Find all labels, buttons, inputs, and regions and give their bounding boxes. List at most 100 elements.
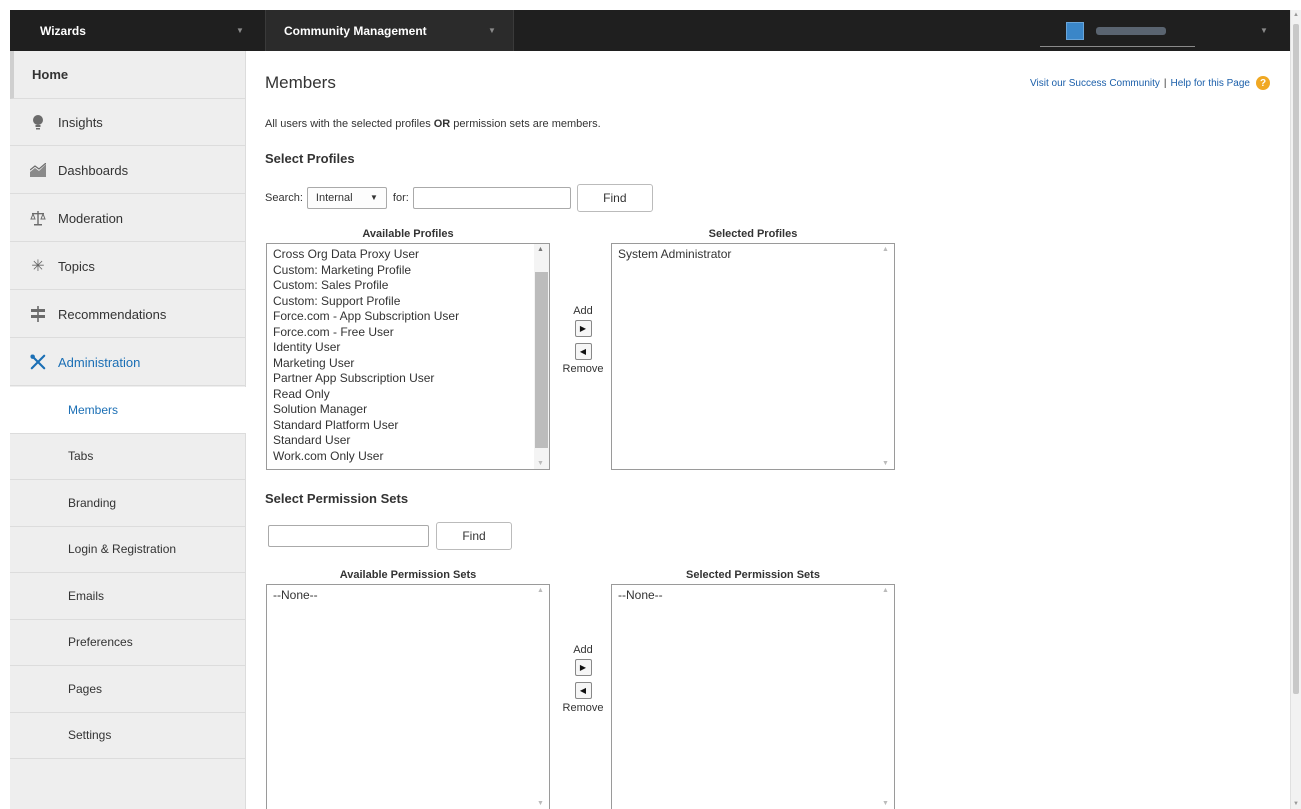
page-scrollbar-thumb[interactable] [1293,24,1299,694]
sidebar-item-administration[interactable]: Administration [10,339,246,386]
main-content: Members Visit our Success Community | He… [247,51,1290,809]
scroll-down-icon[interactable]: ▼ [537,460,544,467]
intro-text-start: All users with the selected profiles [265,118,434,130]
help-links: Visit our Success Community | Help for t… [1030,76,1270,90]
list-option[interactable]: Work.com Only User [273,449,459,465]
user-menu[interactable] [1060,18,1195,44]
sidebar-item-moderation[interactable]: Moderation [10,195,246,242]
scroll-up-icon[interactable]: ▲ [882,587,889,594]
remove-profile-button[interactable]: ◀ [574,343,592,360]
list-option[interactable]: --None-- [618,588,663,604]
sidebar-item-settings[interactable]: Settings [10,713,246,759]
available-profiles-label: Available Profiles [362,228,454,240]
available-profiles-list[interactable]: Cross Org Data Proxy User Custom: Marketi… [266,243,550,470]
wizards-menu[interactable]: Wizards ▼ [10,10,266,51]
community-management-label: Community Management [284,23,427,38]
available-permission-sets-list[interactable]: --None-- ▲ ▼ [266,584,550,809]
scroll-down-icon[interactable]: ▼ [882,460,889,467]
list-option[interactable]: --None-- [273,588,318,604]
arrow-right-icon: ▶ [579,663,587,672]
list-option[interactable]: Solution Manager [273,402,459,418]
sidebar-item-label: Pages [68,681,103,696]
scrollbar-thumb[interactable] [535,272,548,448]
list-option[interactable]: Standard Platform User [273,418,459,434]
community-management-menu[interactable]: Community Management ▼ [266,10,514,51]
scroll-up-icon[interactable]: ▲ [882,246,889,253]
profile-mover: Add ▶ ◀ Remove [558,305,608,375]
list-option[interactable]: Custom: Marketing Profile [273,263,459,279]
list-scrollbar[interactable]: ▲ ▼ [534,585,549,809]
add-profile-button[interactable]: ▶ [574,320,592,337]
sidebar-item-recommendations[interactable]: Recommendations [10,291,246,338]
sidebar-item-members[interactable]: Members [10,387,246,434]
sidebar-item-preferences[interactable]: Preferences [10,620,246,666]
sidebar-item-dashboards[interactable]: Dashboards [10,147,246,194]
sidebar-item-insights[interactable]: Insights [10,99,246,146]
profile-type-select[interactable]: Internal ▼ [306,187,387,209]
avatar [1066,22,1084,40]
profile-find-button[interactable]: Find [576,184,653,212]
chevron-down-icon[interactable]: ▼ [1260,26,1268,35]
scroll-up-icon[interactable]: ▲ [537,587,544,594]
available-profiles-options: Cross Org Data Proxy User Custom: Marketi… [273,247,459,464]
selected-profiles-options: System Administrator [618,247,731,263]
add-permission-set-button[interactable]: ▶ [574,659,592,676]
arrow-left-icon: ◀ [579,686,587,695]
list-option[interactable]: Custom: Sales Profile [273,278,459,294]
wizards-label: Wizards [40,23,86,38]
permission-set-find-button[interactable]: Find [436,522,512,550]
permission-set-search-input[interactable] [268,525,429,547]
success-community-link[interactable]: Visit our Success Community [1030,78,1160,89]
selected-permission-sets-list[interactable]: --None-- ▲ ▼ [611,584,895,809]
list-scrollbar[interactable]: ▲ ▼ [534,244,549,469]
permission-set-mover: Add ▶ ◀ Remove [558,644,608,714]
remove-label: Remove [562,363,604,375]
list-scrollbar[interactable]: ▲ ▼ [879,244,894,469]
remove-permission-set-button[interactable]: ◀ [574,682,592,699]
top-bar: Wizards ▼ Community Management ▼ ▼ [10,10,1290,51]
sidebar-item-login-registration[interactable]: Login & Registration [10,527,246,573]
selected-profiles-list[interactable]: System Administrator ▲ ▼ [611,243,895,470]
app-window: Wizards ▼ Community Management ▼ ▼ Home … [0,0,1301,809]
lightbulb-icon [30,114,46,130]
list-scrollbar[interactable]: ▲ ▼ [879,585,894,809]
scroll-down-icon[interactable]: ▼ [1293,801,1299,807]
scroll-down-icon[interactable]: ▼ [537,800,544,807]
chevron-down-icon: ▼ [236,26,244,35]
list-option[interactable]: Identity User [273,340,459,356]
arrow-left-icon: ◀ [579,347,587,356]
user-underline [1040,46,1195,47]
sidebar-item-pages[interactable]: Pages [10,666,246,713]
list-option[interactable]: Cross Org Data Proxy User [273,247,459,263]
add-label: Add [573,305,593,317]
scroll-up-icon[interactable]: ▲ [1293,12,1299,18]
search-label: Search: [265,192,303,204]
list-option[interactable]: Marketing User [273,356,459,372]
profile-type-value: Internal [315,192,353,204]
list-option[interactable]: Force.com - App Subscription User [273,309,459,325]
selected-permission-sets-label: Selected Permission Sets [686,569,820,581]
list-option[interactable]: Custom: Support Profile [273,294,459,310]
sidebar-item-label: Branding [68,495,117,510]
intro-text-bold: OR [433,118,451,130]
list-option[interactable]: Force.com - Free User [273,325,459,341]
help-icon[interactable]: ? [1256,76,1270,90]
sidebar-item-topics[interactable]: ✳ Topics [10,243,246,290]
list-option[interactable]: System Administrator [618,247,731,263]
sidebar-item-emails[interactable]: Emails [10,573,246,620]
sidebar-item-home[interactable]: Home [10,51,246,99]
profile-search-row: Search: Internal ▼ for: Find [265,184,653,212]
list-option[interactable]: Partner App Subscription User [273,371,459,387]
profile-search-input[interactable] [412,187,571,209]
sidebar-item-tabs[interactable]: Tabs [10,434,246,480]
help-for-page-link[interactable]: Help for this Page [1171,78,1251,89]
page-scrollbar[interactable]: ▲ ▼ [1290,10,1301,809]
scroll-down-icon[interactable]: ▼ [882,800,889,807]
list-option[interactable]: Read Only [273,387,459,403]
sidebar-item-label: Settings [68,728,112,743]
sidebar-item-label: Topics [58,258,95,274]
scroll-up-icon[interactable]: ▲ [537,246,544,253]
chevron-down-icon: ▼ [488,26,496,35]
sidebar-item-branding[interactable]: Branding [10,480,246,527]
list-option[interactable]: Standard User [273,433,459,449]
